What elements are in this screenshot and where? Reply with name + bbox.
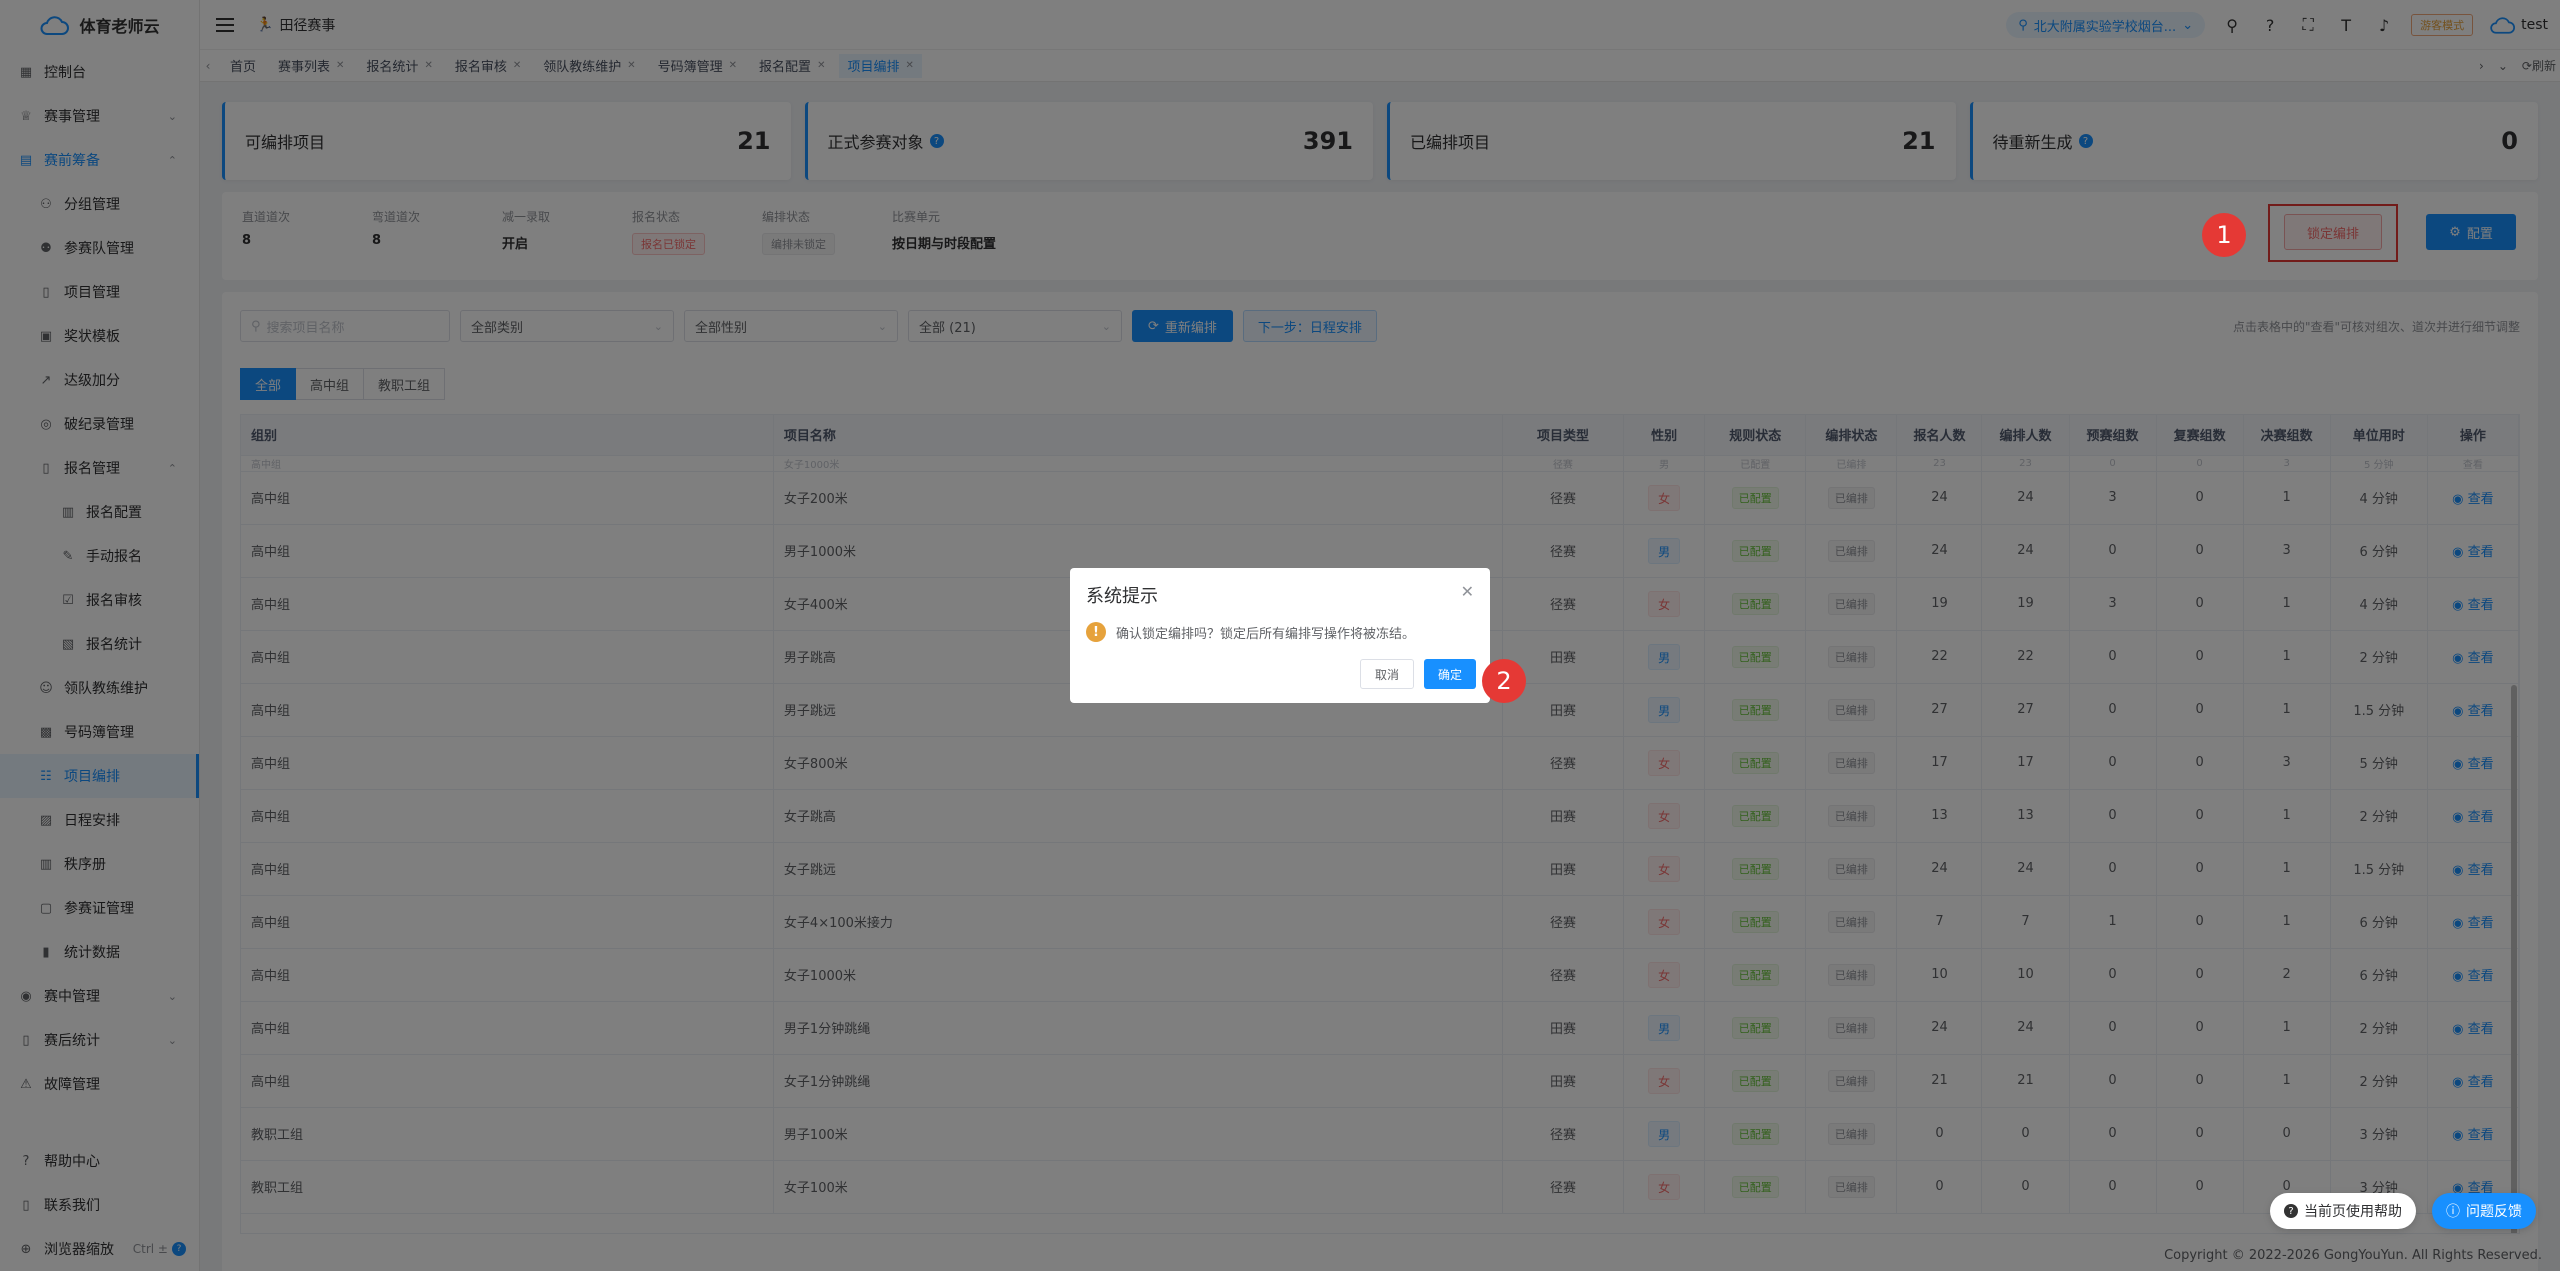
close-icon[interactable]: ✕ bbox=[1461, 582, 1474, 601]
page-help-button[interactable]: ? 当前页使用帮助 bbox=[2270, 1193, 2416, 1229]
confirm-button[interactable]: 确定 bbox=[1423, 659, 1476, 689]
question-icon: ? bbox=[2284, 1204, 2298, 1218]
step-marker-1: 1 bbox=[2202, 213, 2246, 257]
step-marker-2: 2 bbox=[1482, 659, 1526, 703]
dialog-message-text: 确认锁定编排吗？锁定后所有编排写操作将被冻结。 bbox=[1116, 626, 1416, 642]
feedback-label: 问题反馈 bbox=[2466, 1204, 2522, 1220]
dialog-title: 系统提示 bbox=[1086, 586, 1158, 607]
feedback-button[interactable]: ⓘ 问题反馈 bbox=[2432, 1193, 2536, 1229]
cancel-button[interactable]: 取消 bbox=[1359, 659, 1414, 689]
dialog-message: ! 确认锁定编排吗？锁定后所有编排写操作将被冻结。 bbox=[1086, 622, 1474, 642]
info-icon: ⓘ bbox=[2446, 1204, 2460, 1220]
page-help-label: 当前页使用帮助 bbox=[2304, 1204, 2402, 1220]
warning-icon: ! bbox=[1086, 622, 1106, 642]
confirm-dialog: 系统提示 ✕ ! 确认锁定编排吗？锁定后所有编排写操作将被冻结。 取消 确定 bbox=[1070, 568, 1490, 703]
